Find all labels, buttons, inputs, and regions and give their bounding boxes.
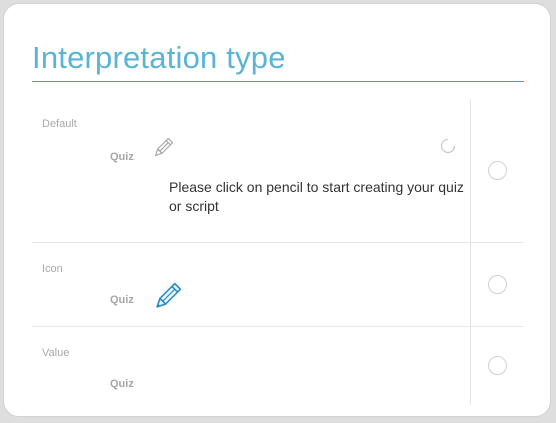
quiz-label: Quiz <box>110 378 134 390</box>
interpretation-type-card: Interpretation type Default Quiz Please … <box>3 3 551 417</box>
row-label-default: Default <box>42 118 77 130</box>
pencil-icon[interactable] <box>150 280 184 319</box>
row-label-value: Value <box>42 347 70 359</box>
quiz-label: Quiz <box>110 151 134 163</box>
card-title: Interpretation type <box>32 40 286 75</box>
refresh-icon <box>438 136 458 161</box>
row-divider <box>32 242 524 243</box>
radio-value[interactable] <box>488 356 507 375</box>
column-divider <box>470 99 471 405</box>
radio-icon[interactable] <box>488 275 507 294</box>
row-label-icon: Icon <box>42 263 63 275</box>
quiz-label: Quiz <box>110 294 134 306</box>
radio-default[interactable] <box>488 161 507 180</box>
row-divider <box>32 326 524 327</box>
title-underline <box>32 81 524 82</box>
pencil-icon[interactable] <box>151 136 175 165</box>
hint-text: Please click on pencil to start creating… <box>169 179 464 214</box>
